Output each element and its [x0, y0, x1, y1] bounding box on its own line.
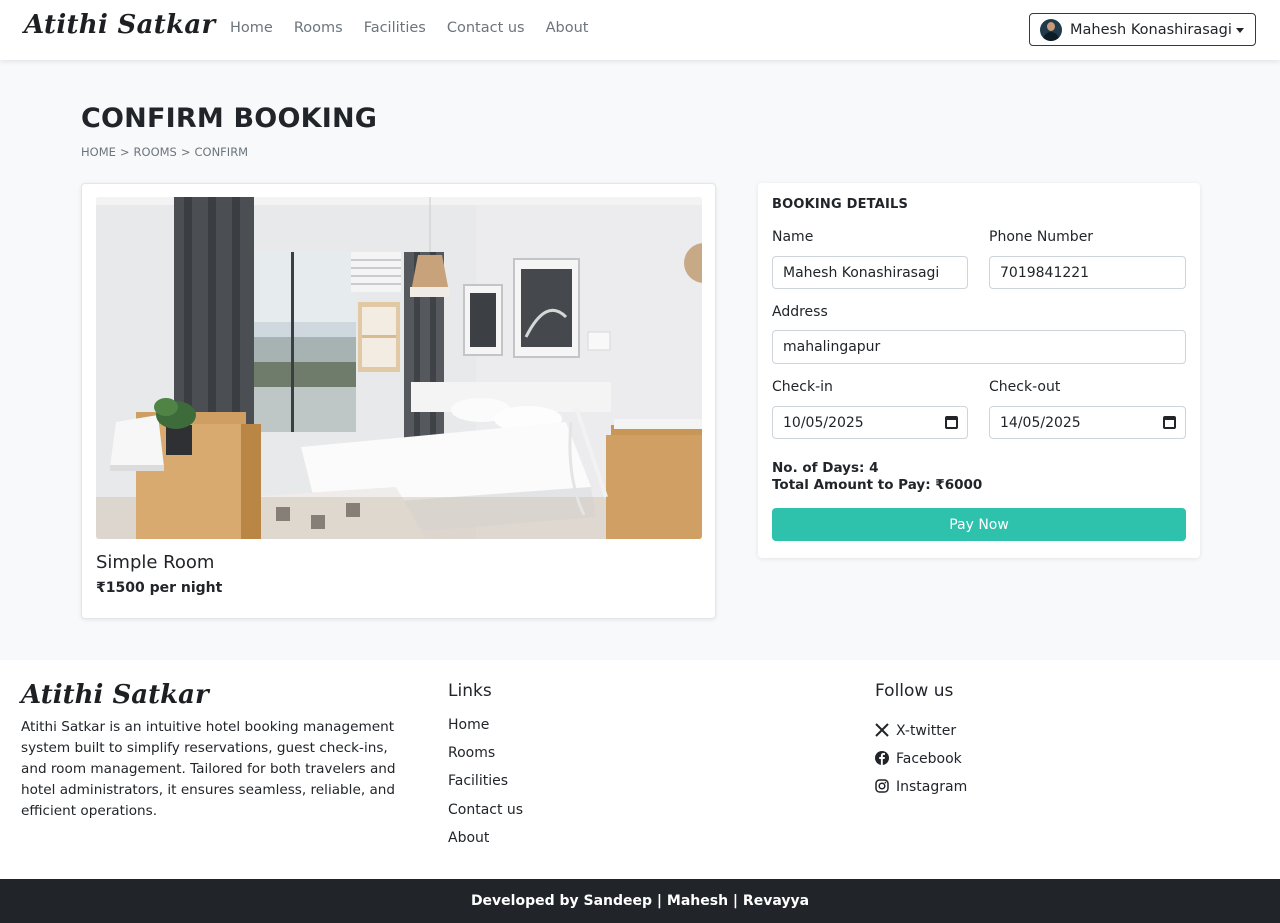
- days-count: No. of Days: 4: [772, 460, 879, 476]
- total-amount: Total Amount to Pay: ₹6000: [772, 477, 983, 493]
- footer-links: Home Rooms Facilities Contact us About: [448, 717, 523, 858]
- avatar: [1040, 18, 1062, 41]
- x-twitter-icon: [875, 722, 889, 737]
- facebook-icon: [875, 750, 889, 765]
- name-label: Name: [772, 229, 814, 245]
- checkin-date-input[interactable]: 10/05/2025: [772, 406, 968, 439]
- credits-text: Developed by Sandeep | Mahesh | Revayya: [470, 893, 810, 909]
- footer-links-heading: Links: [448, 681, 492, 701]
- nav-link-home[interactable]: Home: [230, 20, 273, 36]
- instagram-icon: [875, 779, 889, 793]
- navbar: Atithi Satkar Home Rooms Facilities Cont…: [0, 0, 1280, 60]
- address-textarea[interactable]: mahalingapur: [772, 330, 1186, 364]
- footer-link-rooms[interactable]: Rooms: [448, 745, 523, 773]
- checkout-date-value: 14/05/2025: [1000, 414, 1081, 431]
- nav-links: Home Rooms Facilities Contact us About: [230, 20, 589, 36]
- footer-link-facilities[interactable]: Facilities: [448, 773, 523, 801]
- page-title: CONFIRM BOOKING: [81, 103, 378, 134]
- room-price: ₹1500 per night: [96, 580, 223, 596]
- brand-logo[interactable]: Atithi Satkar: [24, 10, 216, 40]
- user-name: Mahesh Konashirasagi: [1070, 21, 1232, 38]
- footer: Atithi Satkar Atithi Satkar is an intuit…: [0, 660, 1280, 879]
- phone-field[interactable]: 7019841221: [989, 256, 1186, 289]
- social-link-instagram[interactable]: Instagram: [875, 773, 967, 801]
- social-link-facebook[interactable]: Facebook: [875, 745, 967, 773]
- booking-details-card: BOOKING DETAILS Name Mahesh Konashirasag…: [758, 183, 1200, 558]
- address-field-value: mahalingapur: [783, 339, 881, 355]
- social-link-x-twitter[interactable]: X-twitter: [875, 717, 967, 745]
- name-field[interactable]: Mahesh Konashirasagi: [772, 256, 968, 289]
- breadcrumb: HOME > ROOMS > CONFIRM: [81, 145, 248, 159]
- room-card: Simple Room ₹1500 per night: [81, 183, 716, 619]
- social-label-facebook: Facebook: [896, 751, 962, 768]
- checkout-label: Check-out: [989, 379, 1061, 395]
- footer-brand[interactable]: Atithi Satkar: [21, 680, 209, 710]
- phone-field-value: 7019841221: [1000, 264, 1090, 281]
- footer-social-links: X-twitter Facebook Instagram: [875, 717, 967, 802]
- user-menu-button[interactable]: Mahesh Konashirasagi: [1029, 13, 1256, 46]
- breadcrumb-home[interactable]: HOME: [81, 145, 116, 159]
- nav-link-rooms[interactable]: Rooms: [294, 20, 343, 36]
- checkin-date-value: 10/05/2025: [783, 414, 864, 431]
- checkout-date-input[interactable]: 14/05/2025: [989, 406, 1186, 439]
- calendar-icon[interactable]: [1163, 416, 1176, 429]
- social-label-instagram: Instagram: [896, 779, 968, 796]
- footer-description: Atithi Satkar is an intuitive hotel book…: [21, 719, 396, 819]
- breadcrumb-confirm[interactable]: CONFIRM: [195, 145, 249, 159]
- credits-bar: Developed by Sandeep | Mahesh | Revayya: [0, 879, 1280, 923]
- address-label: Address: [772, 304, 828, 320]
- pay-now-button[interactable]: Pay Now: [772, 508, 1186, 541]
- footer-link-contact[interactable]: Contact us: [448, 802, 523, 830]
- room-name: Simple Room: [96, 552, 215, 573]
- nav-link-about[interactable]: About: [546, 20, 589, 36]
- checkin-label: Check-in: [772, 379, 833, 395]
- booking-summary: No. of Days: 4 Total Amount to Pay: ₹600…: [772, 460, 982, 494]
- caret-down-icon: [1236, 28, 1244, 33]
- nav-link-contact[interactable]: Contact us: [447, 20, 525, 36]
- phone-label: Phone Number: [989, 229, 1094, 245]
- footer-link-home[interactable]: Home: [448, 717, 523, 745]
- booking-details-title: BOOKING DETAILS: [772, 197, 909, 212]
- breadcrumb-separator: >: [180, 145, 191, 159]
- name-field-value: Mahesh Konashirasagi: [783, 264, 940, 281]
- breadcrumb-separator: >: [119, 145, 130, 159]
- breadcrumb-rooms[interactable]: ROOMS: [134, 145, 177, 159]
- footer-link-about[interactable]: About: [448, 830, 523, 858]
- nav-link-facilities[interactable]: Facilities: [364, 20, 426, 36]
- footer-follow-heading: Follow us: [875, 681, 954, 701]
- social-label-x-twitter: X-twitter: [896, 723, 957, 740]
- room-image: [96, 197, 702, 539]
- calendar-icon[interactable]: [945, 416, 958, 429]
